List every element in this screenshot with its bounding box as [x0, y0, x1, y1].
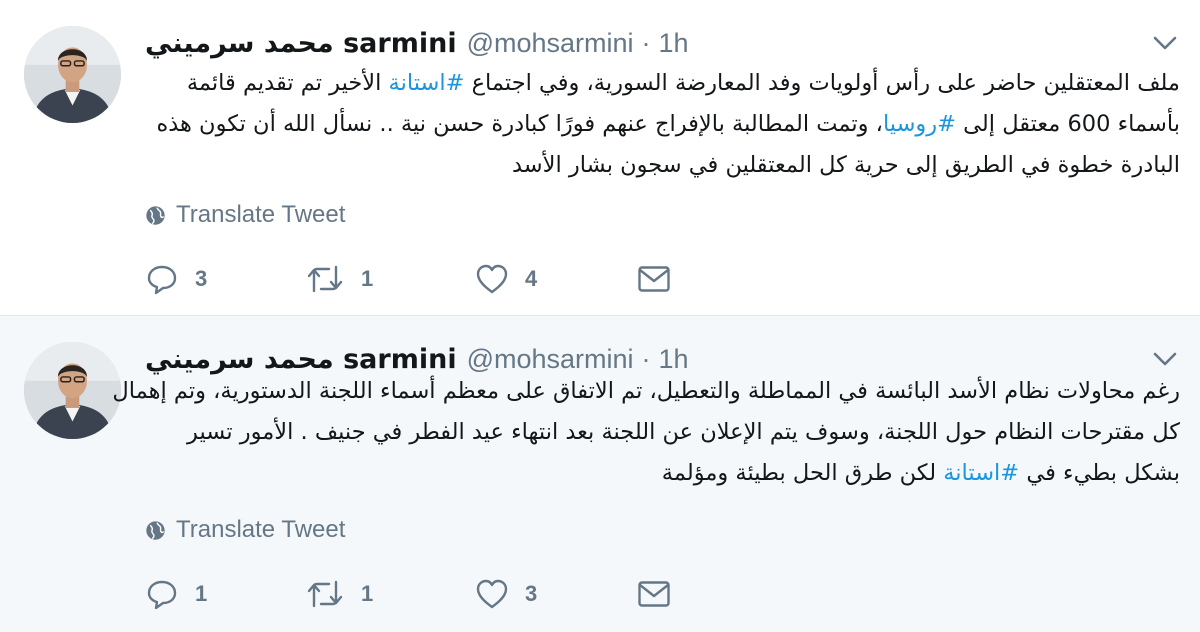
timestamp[interactable]: 1h	[659, 344, 689, 375]
tweet-text-line: كل مقترحات النظام حول اللجنة، وسوف يتم ا…	[145, 412, 1180, 453]
envelope-icon	[638, 581, 670, 607]
translate-tweet-button[interactable]: Translate Tweet	[145, 201, 345, 229]
chevron-down-icon[interactable]	[1152, 350, 1178, 368]
separator-dot: ·	[641, 27, 651, 58]
text-segment: رغم محاولات نظام الأسد البائسة في المماط…	[112, 378, 1180, 404]
avatar-photo	[24, 342, 121, 439]
tweet-header: محمد سرميني sarmini @mohsarmini · 1h	[145, 26, 689, 60]
text-segment: ، وتمت المطالبة بالإفراج عنهم فورًا كباد…	[156, 111, 883, 137]
retweet-count: 1	[361, 266, 374, 291]
tweet[interactable]: محمد سرميني sarmini @mohsarmini · 1h رغم…	[0, 316, 1200, 632]
envelope-icon	[638, 266, 670, 292]
retweet-button[interactable]: 1	[305, 577, 373, 611]
heart-icon	[476, 264, 508, 294]
avatar[interactable]	[24, 342, 121, 439]
reply-button[interactable]: 1	[145, 577, 207, 611]
text-segment: الأخير تم تقديم قائمة	[186, 70, 389, 96]
text-segment: ملف المعتقلين حاضر على رأس أولويات وفد ا…	[464, 70, 1180, 96]
text-segment: بشكل بطيء في	[1019, 460, 1180, 486]
tweet-text: رغم محاولات نظام الأسد البائسة في المماط…	[112, 371, 1180, 494]
retweet-button[interactable]: 1	[305, 262, 373, 296]
text-segment: بأسماء 600 معتقل إلى	[956, 111, 1180, 137]
text-segment: لكن طرق الحل بطيئة ومؤلمة	[661, 460, 944, 486]
avatar[interactable]	[24, 26, 121, 123]
hashtag-link[interactable]: #استانة	[389, 70, 465, 96]
tweet-text-line: بأسماء 600 معتقل إلى #روسيا، وتمت المطال…	[145, 104, 1180, 145]
text-segment: البادرة خطوة في الطريق إلى حرية كل المعت…	[512, 152, 1180, 178]
display-name[interactable]: محمد سرميني sarmini	[145, 28, 457, 59]
chevron-down-icon[interactable]	[1152, 34, 1178, 52]
tweet-text: ملف المعتقلين حاضر على رأس أولويات وفد ا…	[145, 63, 1180, 186]
retweet-icon	[307, 265, 343, 293]
hashtag-link[interactable]: #روسيا	[883, 111, 956, 137]
reply-icon	[147, 265, 177, 295]
hashtag-link[interactable]: #استانة	[943, 460, 1019, 486]
direct-message-button[interactable]	[637, 577, 671, 611]
heart-icon	[476, 579, 508, 609]
like-count: 3	[525, 581, 538, 606]
tweet-text-line: رغم محاولات نظام الأسد البائسة في المماط…	[112, 371, 1180, 412]
display-name[interactable]: محمد سرميني sarmini	[145, 344, 457, 375]
reply-count: 3	[195, 266, 208, 291]
timestamp[interactable]: 1h	[659, 28, 689, 59]
translate-label: Translate Tweet	[176, 201, 346, 228]
reply-count: 1	[195, 581, 208, 606]
reply-button[interactable]: 3	[145, 262, 207, 296]
globe-icon	[146, 205, 165, 225]
direct-message-button[interactable]	[637, 262, 671, 296]
like-count: 4	[525, 266, 538, 291]
tweet-text-line: البادرة خطوة في الطريق إلى حرية كل المعت…	[145, 145, 1180, 186]
user-handle[interactable]: @mohsarmini	[467, 344, 634, 375]
user-handle[interactable]: @mohsarmini	[467, 28, 634, 59]
text-segment: كل مقترحات النظام حول اللجنة، وسوف يتم ا…	[187, 419, 1180, 445]
avatar-photo	[24, 26, 121, 123]
translate-tweet-button[interactable]: Translate Tweet	[145, 516, 345, 544]
translate-label: Translate Tweet	[176, 516, 346, 543]
retweet-icon	[307, 580, 343, 608]
separator-dot: ·	[641, 343, 651, 374]
like-button[interactable]: 3	[475, 577, 537, 611]
like-button[interactable]: 4	[475, 262, 537, 296]
globe-icon	[146, 520, 165, 540]
tweet[interactable]: محمد سرميني sarmini @mohsarmini · 1h ملف…	[0, 0, 1200, 316]
reply-icon	[147, 580, 177, 610]
tweet-text-line: بشكل بطيء في #استانة لكن طرق الحل بطيئة …	[145, 453, 1180, 494]
tweet-text-line: ملف المعتقلين حاضر على رأس أولويات وفد ا…	[145, 63, 1180, 104]
retweet-count: 1	[361, 581, 374, 606]
